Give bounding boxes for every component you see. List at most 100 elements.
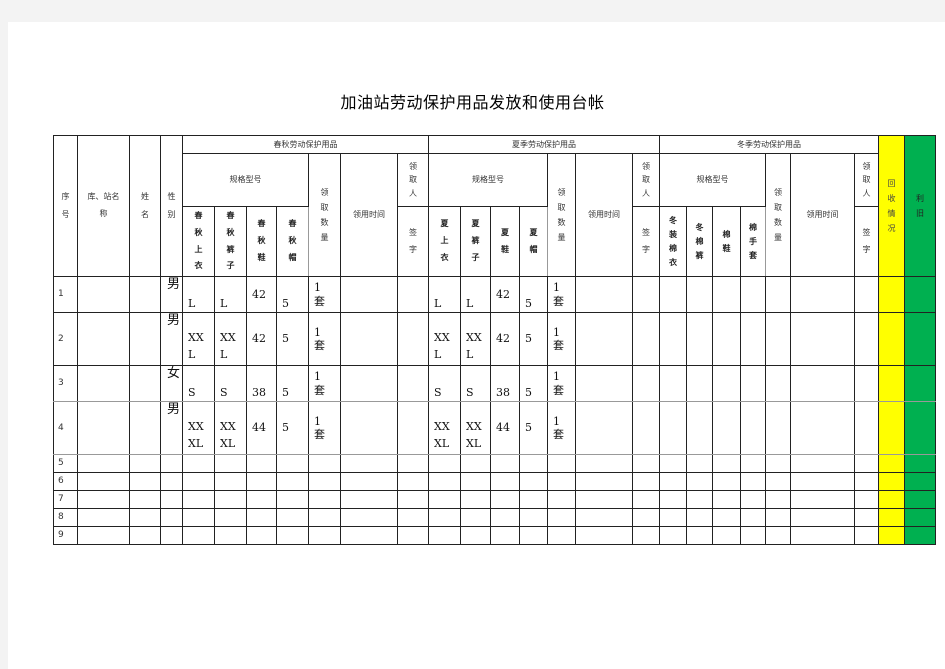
cell-seq[interactable]: 1 [53,276,78,313]
cell-sa-time[interactable] [340,526,398,545]
cell-sa-time[interactable] [340,401,398,455]
cell-depot[interactable] [77,312,130,366]
cell-sa-jacket[interactable]: XXXL [182,401,215,455]
cell-sa-sign[interactable] [397,472,429,491]
cell-su-shoes[interactable] [490,490,520,509]
cell-depot[interactable] [77,472,130,491]
cell-sa-pants[interactable]: XXL [214,312,247,366]
cell-wi-qty[interactable] [765,365,791,402]
cell-sex[interactable]: 男 [160,312,183,366]
cell-su-hat[interactable] [519,454,548,473]
cell-wi-sign[interactable] [854,365,879,402]
cell-su-hat[interactable]: 5 [519,312,548,366]
cell-wi-time[interactable] [790,365,855,402]
cell-sa-time[interactable] [340,365,398,402]
cell-su-jacket[interactable] [428,472,461,491]
cell-wi-qty[interactable] [765,526,791,545]
cell-sa-shoes[interactable] [246,472,277,491]
cell-sa-shoes[interactable] [246,454,277,473]
cell-wi-shoes[interactable] [712,401,741,455]
cell-scrap[interactable] [904,508,936,527]
cell-su-jacket[interactable]: S [428,365,461,402]
cell-wi-shoes[interactable] [712,454,741,473]
cell-su-pants[interactable] [460,526,491,545]
cell-su-sign[interactable] [632,490,660,509]
cell-sex[interactable] [160,526,183,545]
cell-sa-time[interactable] [340,276,398,313]
cell-sa-sign[interactable] [397,365,429,402]
cell-sa-pants[interactable]: L [214,276,247,313]
cell-sa-jacket[interactable]: L [182,276,215,313]
cell-recycle[interactable] [878,312,905,366]
cell-wi-coat[interactable] [659,276,687,313]
cell-su-time[interactable] [575,508,633,527]
cell-sa-hat[interactable] [276,508,309,527]
cell-sa-sign[interactable] [397,526,429,545]
cell-sa-time[interactable] [340,472,398,491]
cell-su-qty[interactable]: 1套 [547,312,576,366]
cell-wi-sign[interactable] [854,490,879,509]
cell-su-time[interactable] [575,401,633,455]
cell-wi-gloves[interactable] [740,312,766,366]
cell-sa-pants[interactable]: S [214,365,247,402]
cell-wi-gloves[interactable] [740,490,766,509]
cell-seq[interactable]: 7 [53,490,78,509]
cell-wi-coat[interactable] [659,472,687,491]
cell-su-time[interactable] [575,490,633,509]
cell-su-pants[interactable] [460,490,491,509]
cell-su-time[interactable] [575,312,633,366]
cell-sa-jacket[interactable] [182,454,215,473]
cell-wi-sign[interactable] [854,401,879,455]
cell-sa-sign[interactable] [397,508,429,527]
cell-scrap[interactable] [904,401,936,455]
cell-sa-pants[interactable] [214,454,247,473]
cell-sa-qty[interactable] [308,490,341,509]
cell-wi-qty[interactable] [765,508,791,527]
cell-su-qty[interactable] [547,508,576,527]
cell-wi-gloves[interactable] [740,508,766,527]
cell-su-sign[interactable] [632,472,660,491]
cell-sa-sign[interactable] [397,490,429,509]
cell-sa-hat[interactable]: 5 [276,401,309,455]
cell-wi-pants[interactable] [686,490,713,509]
cell-seq[interactable]: 9 [53,526,78,545]
cell-sa-hat[interactable]: 5 [276,276,309,313]
cell-sex[interactable]: 女 [160,365,183,402]
cell-wi-qty[interactable] [765,490,791,509]
cell-sa-time[interactable] [340,454,398,473]
cell-recycle[interactable] [878,490,905,509]
cell-wi-gloves[interactable] [740,276,766,313]
cell-wi-coat[interactable] [659,490,687,509]
cell-name[interactable] [129,526,161,545]
cell-recycle[interactable] [878,276,905,313]
cell-sa-jacket[interactable] [182,508,215,527]
cell-wi-sign[interactable] [854,276,879,313]
cell-scrap[interactable] [904,526,936,545]
cell-wi-qty[interactable] [765,472,791,491]
cell-sa-qty[interactable] [308,454,341,473]
cell-scrap[interactable] [904,490,936,509]
cell-depot[interactable] [77,454,130,473]
cell-name[interactable] [129,276,161,313]
cell-su-pants[interactable]: L [460,276,491,313]
cell-wi-sign[interactable] [854,508,879,527]
cell-sa-shoes[interactable] [246,526,277,545]
cell-sa-sign[interactable] [397,276,429,313]
cell-wi-shoes[interactable] [712,472,741,491]
cell-name[interactable] [129,312,161,366]
cell-scrap[interactable] [904,454,936,473]
cell-sa-sign[interactable] [397,312,429,366]
cell-wi-time[interactable] [790,454,855,473]
cell-wi-pants[interactable] [686,365,713,402]
cell-sa-shoes[interactable]: 38 [246,365,277,402]
cell-sa-hat[interactable] [276,454,309,473]
cell-su-hat[interactable]: 5 [519,365,548,402]
cell-sex[interactable]: 男 [160,401,183,455]
cell-su-pants[interactable] [460,472,491,491]
cell-name[interactable] [129,508,161,527]
cell-sa-shoes[interactable] [246,508,277,527]
cell-name[interactable] [129,472,161,491]
cell-su-jacket[interactable] [428,526,461,545]
cell-recycle[interactable] [878,508,905,527]
cell-wi-sign[interactable] [854,472,879,491]
